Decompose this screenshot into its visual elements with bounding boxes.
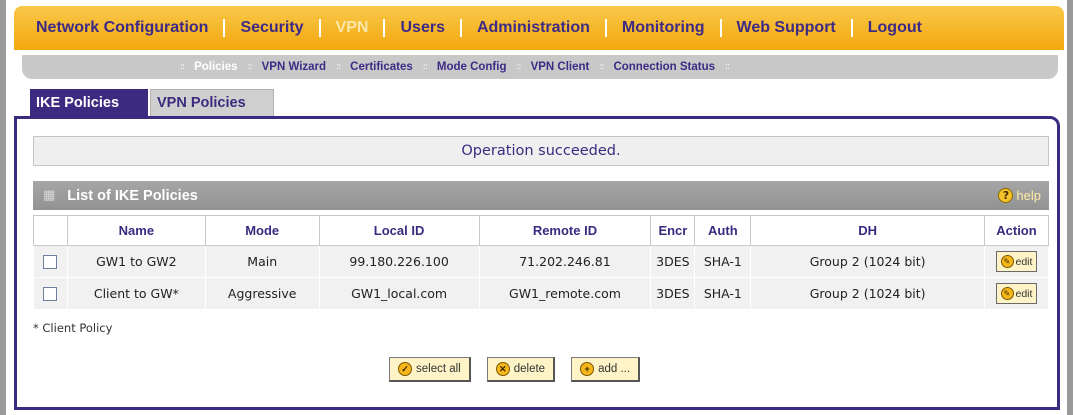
subnav-certificates[interactable]: Certificates xyxy=(350,61,413,73)
edit-label: edit xyxy=(1015,287,1033,300)
nav-users[interactable]: Users xyxy=(400,19,444,37)
cell-local-id: 99.180.226.100 xyxy=(318,245,480,278)
nav-separator xyxy=(383,19,386,37)
header-select xyxy=(33,215,68,246)
subnav-mode-config[interactable]: Mode Config xyxy=(437,61,507,73)
subnav-separator: :: xyxy=(336,62,341,72)
cell-remote-id: 71.202.246.81 xyxy=(478,245,652,278)
nav-separator xyxy=(719,19,722,37)
table-header-row: Name Mode Local ID Remote ID Encr Auth D… xyxy=(33,215,1050,246)
cell-auth: SHA-1 xyxy=(694,277,752,310)
cell-encr: 3DES xyxy=(650,245,696,278)
edit-button[interactable]: ✎ edit xyxy=(995,283,1038,304)
edit-button[interactable]: ✎ edit xyxy=(995,251,1038,272)
cell-name: Client to GW* xyxy=(66,277,206,310)
delete-icon: ✕ xyxy=(495,362,510,376)
content-panel: Operation succeeded. ▦ List of IKE Polic… xyxy=(14,116,1060,410)
top-navigation: Network Configuration Security VPN Users… xyxy=(14,6,1064,50)
check-icon: ✓ xyxy=(398,362,412,376)
nav-separator xyxy=(459,19,462,37)
subnav-separator: :: xyxy=(422,62,428,72)
row-select-cell xyxy=(33,245,68,278)
cell-dh: Group 2 (1024 bit) xyxy=(750,277,985,310)
row-select-cell xyxy=(33,277,68,310)
select-all-label: select all xyxy=(416,363,461,375)
subnav-separator: :: xyxy=(599,62,604,72)
nav-monitoring[interactable]: Monitoring xyxy=(622,19,705,37)
grip-icon: ▦ xyxy=(43,188,56,203)
add-label: add ... xyxy=(598,363,631,375)
delete-label: delete xyxy=(513,363,546,375)
subnav-vpn-wizard[interactable]: VPN Wizard xyxy=(262,61,326,73)
header-auth: Auth xyxy=(694,215,752,246)
cell-local-id: GW1_local.com xyxy=(318,277,480,310)
edit-icon: ✎ xyxy=(1000,255,1014,268)
tab-ike-policies[interactable]: IKE Policies xyxy=(30,89,148,116)
nav-network-configuration[interactable]: Network Configuration xyxy=(36,19,208,37)
edit-icon: ✎ xyxy=(1000,287,1014,300)
cell-mode: Aggressive xyxy=(204,277,320,310)
cell-auth: SHA-1 xyxy=(694,245,752,278)
header-mode: Mode xyxy=(204,215,320,246)
cell-mode: Main xyxy=(204,245,320,278)
right-border xyxy=(1067,0,1073,415)
status-message: Operation succeeded. xyxy=(33,136,1049,166)
subnav-separator: :: xyxy=(516,62,521,72)
cell-encr: 3DES xyxy=(650,277,696,310)
subnav-separator: :: xyxy=(725,62,730,72)
section-header: ▦ List of IKE Policies ? help xyxy=(33,181,1049,210)
header-name: Name xyxy=(66,215,206,246)
cell-action: ✎ edit xyxy=(983,245,1050,278)
plus-icon: + xyxy=(580,362,595,376)
left-border xyxy=(0,0,6,415)
tab-vpn-policies[interactable]: VPN Policies xyxy=(150,89,274,116)
subnav-separator: :: xyxy=(247,62,253,72)
subnav-vpn-client[interactable]: VPN Client xyxy=(531,61,590,73)
edit-label: edit xyxy=(1015,255,1033,268)
nav-separator xyxy=(604,19,607,37)
nav-web-support[interactable]: Web Support xyxy=(737,19,836,37)
header-dh: DH xyxy=(750,215,985,246)
footnote: * Client Policy xyxy=(33,321,113,335)
nav-separator xyxy=(850,19,853,37)
help-icon: ? xyxy=(998,188,1014,203)
page-frame: Network Configuration Security VPN Users… xyxy=(0,0,1073,415)
action-buttons: ✓ select all ✕ delete + add ... xyxy=(389,357,641,382)
delete-button[interactable]: ✕ delete xyxy=(486,357,556,382)
header-remote-id: Remote ID xyxy=(478,215,652,246)
nav-separator xyxy=(223,19,226,37)
header-action: Action xyxy=(983,215,1050,246)
nav-vpn[interactable]: VPN xyxy=(336,19,369,37)
cell-remote-id: GW1_remote.com xyxy=(478,277,652,310)
sub-navigation: :: Policies :: VPN Wizard :: Certificate… xyxy=(22,55,1058,79)
ike-policies-table: Name Mode Local ID Remote ID Encr Auth D… xyxy=(33,215,1050,310)
add-button[interactable]: + add ... xyxy=(571,357,641,382)
header-encr: Encr xyxy=(650,215,696,246)
help-link[interactable]: ? help xyxy=(998,188,1041,203)
section-title: List of IKE Policies xyxy=(67,187,198,204)
header-local-id: Local ID xyxy=(318,215,480,246)
subnav-connection-status[interactable]: Connection Status xyxy=(613,61,715,73)
table-row: Client to GW* Aggressive GW1_local.com G… xyxy=(33,277,1050,310)
nav-administration[interactable]: Administration xyxy=(477,19,590,37)
select-all-button[interactable]: ✓ select all xyxy=(389,357,471,382)
nav-security[interactable]: Security xyxy=(240,19,303,37)
row-checkbox[interactable] xyxy=(43,287,58,302)
table-row: GW1 to GW2 Main 99.180.226.100 71.202.24… xyxy=(33,245,1050,278)
cell-dh: Group 2 (1024 bit) xyxy=(750,245,985,278)
subnav-separator: :: xyxy=(180,62,185,72)
cell-name: GW1 to GW2 xyxy=(66,245,206,278)
cell-action: ✎ edit xyxy=(983,277,1050,310)
nav-separator xyxy=(318,19,321,37)
row-checkbox[interactable] xyxy=(43,255,58,270)
subnav-policies[interactable]: Policies xyxy=(194,61,237,73)
help-label: help xyxy=(1016,188,1041,203)
nav-logout[interactable]: Logout xyxy=(868,19,922,37)
